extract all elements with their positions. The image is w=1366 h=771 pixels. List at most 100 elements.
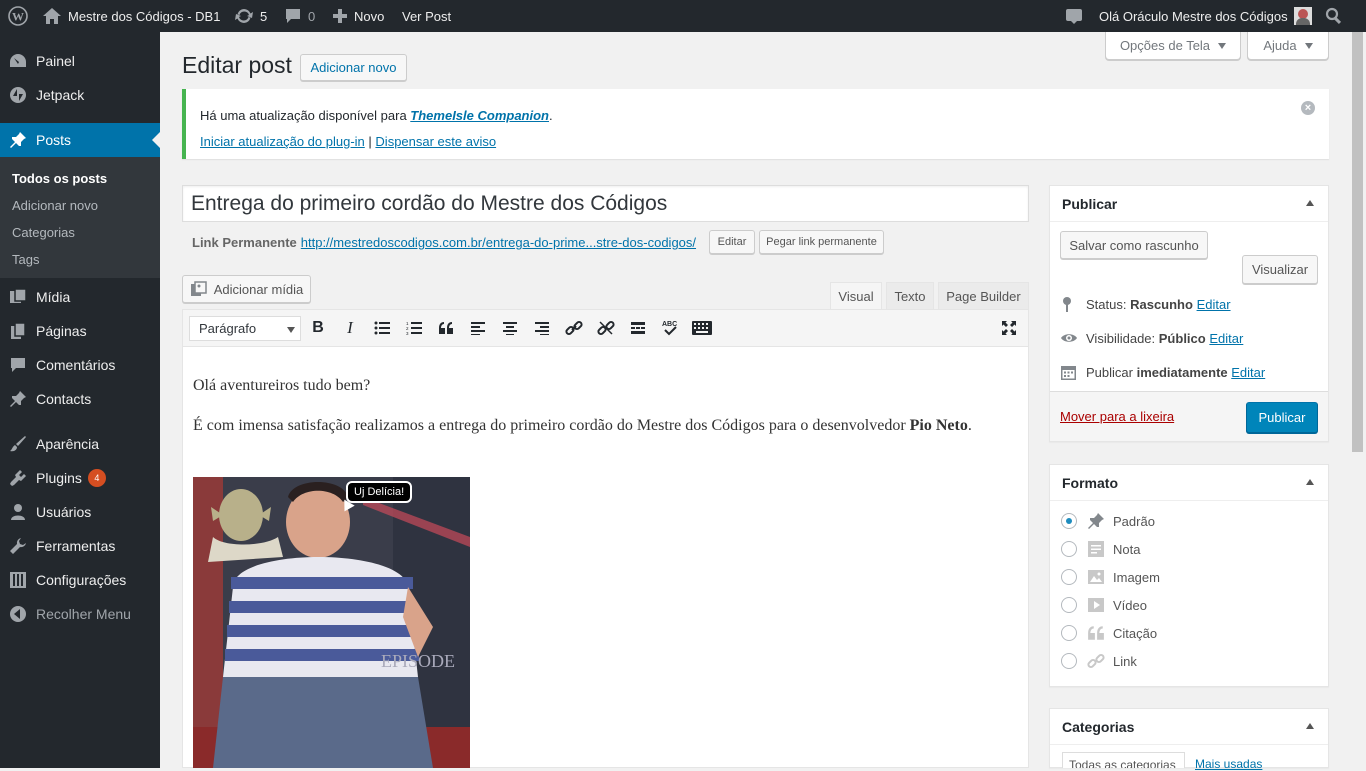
- categories-box-header[interactable]: Categorias: [1050, 709, 1328, 745]
- tools-icon: [0, 537, 36, 555]
- permalink-link[interactable]: http://mestredoscodigos.com.br/entrega-d…: [301, 235, 696, 250]
- menu-item-aparencia[interactable]: Aparência: [0, 427, 160, 461]
- view-post-link[interactable]: Ver Post: [402, 0, 451, 32]
- add-new-post-button[interactable]: Adicionar novo: [300, 54, 407, 81]
- menu-item-recolher[interactable]: Recolher Menu: [0, 597, 160, 631]
- menu-item-posts[interactable]: Posts: [0, 123, 160, 157]
- eye-icon: [1061, 334, 1077, 342]
- format-option-video[interactable]: Vídeo: [1061, 595, 1147, 615]
- move-to-trash-link[interactable]: Mover para a lixeira: [1060, 409, 1174, 424]
- align-center-icon[interactable]: [499, 317, 521, 339]
- note-icon: [1087, 540, 1105, 558]
- submenu-all-posts[interactable]: Todos os posts: [12, 171, 107, 186]
- start-update-link[interactable]: Iniciar atualização do plug-in: [200, 134, 365, 149]
- publish-button[interactable]: Publicar: [1246, 402, 1318, 433]
- radio-nota[interactable]: [1061, 541, 1077, 557]
- search-icon[interactable]: [1325, 0, 1343, 32]
- format-option-padrao[interactable]: Padrão: [1061, 511, 1155, 531]
- radio-citacao[interactable]: [1061, 625, 1077, 641]
- plugin-name-link[interactable]: ThemeIsle Companion: [410, 108, 549, 123]
- updates-link[interactable]: 5: [234, 0, 267, 32]
- radio-padrao[interactable]: [1061, 513, 1077, 529]
- notifications-icon[interactable]: [1065, 0, 1083, 32]
- submenu-categories[interactable]: Categorias: [12, 225, 75, 240]
- tab-page-builder[interactable]: Page Builder: [938, 282, 1029, 310]
- menu-label: Aparência: [36, 436, 100, 452]
- insert-link-icon[interactable]: [563, 317, 585, 339]
- help-button[interactable]: Ajuda: [1247, 32, 1329, 60]
- menu-item-plugins[interactable]: Plugins 4: [0, 461, 160, 495]
- save-draft-button[interactable]: Salvar como rascunho: [1060, 231, 1208, 259]
- fullscreen-icon[interactable]: [998, 317, 1020, 339]
- publish-box-header[interactable]: Publicar: [1050, 186, 1328, 222]
- blockquote-icon[interactable]: [435, 317, 457, 339]
- plus-icon: [333, 9, 347, 23]
- editor-content[interactable]: Olá aventureiros tudo bem? É com imensa …: [193, 374, 1013, 438]
- menu-item-comentarios[interactable]: Comentários: [0, 348, 160, 382]
- menu-label: Painel: [36, 53, 75, 69]
- screen-options-label: Opções de Tela: [1119, 38, 1211, 53]
- post-title-input[interactable]: Entrega do primeiro cordão do Mestre dos…: [182, 185, 1029, 222]
- posts-submenu: Todos os posts Adicionar novo Categorias…: [0, 157, 160, 278]
- spellcheck-icon[interactable]: ABC: [659, 317, 681, 339]
- read-more-icon[interactable]: [627, 317, 649, 339]
- menu-item-usuarios[interactable]: Usuários: [0, 495, 160, 529]
- site-name-link[interactable]: Mestre dos Códigos - DB1: [42, 0, 220, 32]
- menu-label: Mídia: [36, 289, 71, 305]
- radio-video[interactable]: [1061, 597, 1077, 613]
- format-option-citacao[interactable]: Citação: [1061, 623, 1157, 643]
- dismiss-close-icon[interactable]: ×: [1301, 101, 1315, 115]
- menu-item-painel[interactable]: Painel: [0, 44, 160, 78]
- page-scrollbar[interactable]: [1349, 32, 1366, 768]
- comments-count: 0: [308, 8, 316, 24]
- bullet-list-icon[interactable]: [371, 317, 393, 339]
- edit-status-link[interactable]: Editar: [1197, 297, 1231, 312]
- menu-item-paginas[interactable]: Páginas: [0, 314, 160, 348]
- menu-item-jetpack[interactable]: Jetpack: [0, 78, 160, 112]
- menu-item-contacts[interactable]: Contacts: [0, 382, 160, 416]
- menu-item-configuracoes[interactable]: Configurações: [0, 563, 160, 597]
- format-select[interactable]: Parágrafo: [189, 316, 301, 341]
- preview-button[interactable]: Visualizar: [1242, 255, 1318, 284]
- menu-item-midia[interactable]: Mídia: [0, 280, 160, 314]
- post-image[interactable]: EPISODE Uj Delícia!: [193, 477, 470, 768]
- submenu-add-new[interactable]: Adicionar novo: [12, 198, 98, 213]
- format-option-imagem[interactable]: Imagem: [1061, 567, 1160, 587]
- remove-link-icon[interactable]: [595, 317, 617, 339]
- new-content-link[interactable]: Novo: [332, 0, 384, 32]
- scrollbar-thumb[interactable]: [1352, 32, 1363, 452]
- tab-all-categories[interactable]: Todas as categorias: [1062, 752, 1185, 768]
- radio-imagem[interactable]: [1061, 569, 1077, 585]
- align-left-icon[interactable]: [467, 317, 489, 339]
- comments-link[interactable]: 0: [284, 0, 315, 32]
- collapse-arrow-icon[interactable]: [1306, 200, 1314, 206]
- comments-icon: [0, 356, 36, 374]
- bold-icon[interactable]: B: [307, 317, 329, 339]
- dismiss-notice-link[interactable]: Dispensar este aviso: [375, 134, 496, 149]
- collapse-arrow-icon[interactable]: [1306, 723, 1314, 729]
- format-box-header[interactable]: Formato: [1050, 465, 1328, 501]
- align-right-icon[interactable]: [531, 317, 553, 339]
- screen-options-button[interactable]: Opções de Tela: [1105, 32, 1241, 60]
- italic-icon[interactable]: I: [339, 317, 361, 339]
- format-label: Citação: [1113, 625, 1158, 641]
- add-media-button[interactable]: Adicionar mídia: [182, 275, 311, 303]
- wordpress-logo-icon[interactable]: W: [8, 0, 28, 32]
- get-shortlink-button[interactable]: Pegar link permanente: [759, 230, 884, 254]
- tab-texto[interactable]: Texto: [886, 282, 934, 310]
- edit-publish-time-link[interactable]: Editar: [1231, 365, 1265, 380]
- submenu-tags[interactable]: Tags: [12, 252, 39, 267]
- my-account-link[interactable]: Olá Oráculo Mestre dos Códigos: [1099, 0, 1312, 32]
- radio-link[interactable]: [1061, 653, 1077, 669]
- collapse-arrow-icon[interactable]: [1306, 479, 1314, 485]
- tab-visual[interactable]: Visual: [830, 282, 882, 310]
- format-option-link[interactable]: Link: [1061, 651, 1137, 671]
- numbered-list-icon[interactable]: 123: [403, 317, 425, 339]
- format-option-nota[interactable]: Nota: [1061, 539, 1140, 559]
- permalink-slug: entrega-do-prime...stre-dos-codigos/: [485, 235, 697, 250]
- menu-item-ferramentas[interactable]: Ferramentas: [0, 529, 160, 563]
- toolbar-toggle-icon[interactable]: [691, 317, 713, 339]
- edit-visibility-link[interactable]: Editar: [1209, 331, 1243, 346]
- edit-permalink-button[interactable]: Editar: [709, 230, 755, 254]
- tab-popular-categories[interactable]: Mais usadas: [1195, 757, 1262, 771]
